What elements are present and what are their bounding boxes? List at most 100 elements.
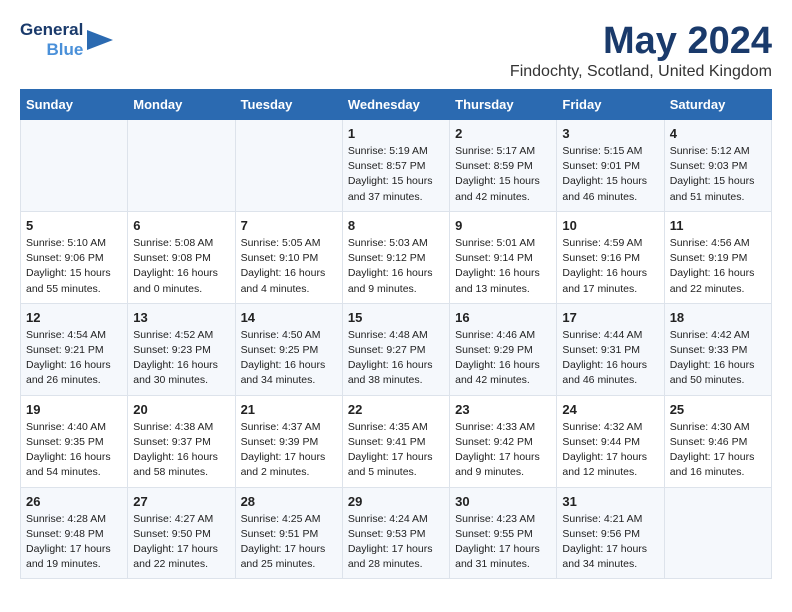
header-wednesday: Wednesday [342,90,449,120]
day-content: Sunrise: 5:12 AM Sunset: 9:03 PM Dayligh… [670,144,766,205]
cell-week3-day6: 18 Sunrise: 4:42 AM Sunset: 9:33 PM Dayli… [664,303,771,395]
day-number: 30 [455,494,551,509]
cell-week5-day1: 27Sunrise: 4:27 AM Sunset: 9:50 PM Dayli… [128,487,235,579]
day-number: 6 [133,218,229,233]
day-number: 23 [455,402,551,417]
day-content: Sunrise: 5:05 AM Sunset: 9:10 PM Dayligh… [241,236,337,297]
day-number: 26 [26,494,122,509]
day-content: Sunrise: 4:21 AM Sunset: 9:56 PM Dayligh… [562,512,658,573]
day-content: Sunrise: 5:19 AM Sunset: 8:57 PM Dayligh… [348,144,444,205]
day-number: 31 [562,494,658,509]
day-content: Sunrise: 5:01 AM Sunset: 9:14 PM Dayligh… [455,236,551,297]
day-number: 16 [455,310,551,325]
calendar-body: 1 Sunrise: 5:19 AM Sunset: 8:57 PM Daylig… [21,120,772,579]
cell-week2-day2: 7 Sunrise: 5:05 AM Sunset: 9:10 PM Daylig… [235,211,342,303]
day-number: 18 [670,310,766,325]
day-number: 25 [670,402,766,417]
day-number: 27 [133,494,229,509]
day-content: Sunrise: 4:56 AM Sunset: 9:19 PM Dayligh… [670,236,766,297]
day-content: Sunrise: 5:03 AM Sunset: 9:12 PM Dayligh… [348,236,444,297]
cell-week2-day1: 6 Sunrise: 5:08 AM Sunset: 9:08 PM Daylig… [128,211,235,303]
cell-week4-day4: 23Sunrise: 4:33 AM Sunset: 9:42 PM Dayli… [450,395,557,487]
logo-flag-icon [87,30,113,50]
day-number: 20 [133,402,229,417]
day-number: 29 [348,494,444,509]
day-number: 11 [670,218,766,233]
day-content: Sunrise: 4:38 AM Sunset: 9:37 PM Dayligh… [133,420,229,481]
cell-week4-day0: 19 Sunrise: 4:40 AM Sunset: 9:35 PM Dayli… [21,395,128,487]
cell-week3-day1: 13 Sunrise: 4:52 AM Sunset: 9:23 PM Dayli… [128,303,235,395]
day-content: Sunrise: 5:08 AM Sunset: 9:08 PM Dayligh… [133,236,229,297]
day-content: Sunrise: 4:32 AM Sunset: 9:44 PM Dayligh… [562,420,658,481]
cell-week4-day1: 20 Sunrise: 4:38 AM Sunset: 9:37 PM Dayli… [128,395,235,487]
cell-week4-day6: 25 Sunrise: 4:30 AM Sunset: 9:46 PM Dayli… [664,395,771,487]
cell-week5-day3: 29 Sunrise: 4:24 AM Sunset: 9:53 PM Dayli… [342,487,449,579]
day-number: 7 [241,218,337,233]
cell-week5-day2: 28 Sunrise: 4:25 AM Sunset: 9:51 PM Dayli… [235,487,342,579]
cell-week3-day2: 14Sunrise: 4:50 AM Sunset: 9:25 PM Dayli… [235,303,342,395]
day-number: 1 [348,126,444,141]
day-number: 13 [133,310,229,325]
day-content: Sunrise: 4:25 AM Sunset: 9:51 PM Dayligh… [241,512,337,573]
day-number: 22 [348,402,444,417]
day-number: 24 [562,402,658,417]
week-row-2: 5Sunrise: 5:10 AM Sunset: 9:06 PM Daylig… [21,211,772,303]
header-sunday: Sunday [21,90,128,120]
day-content: Sunrise: 4:50 AM Sunset: 9:25 PM Dayligh… [241,328,337,389]
week-row-3: 12Sunrise: 4:54 AM Sunset: 9:21 PM Dayli… [21,303,772,395]
cell-week5-day4: 30Sunrise: 4:23 AM Sunset: 9:55 PM Dayli… [450,487,557,579]
cell-week2-day3: 8Sunrise: 5:03 AM Sunset: 9:12 PM Daylig… [342,211,449,303]
calendar-table: Sunday Monday Tuesday Wednesday Thursday… [20,89,772,579]
cell-week5-day5: 31 Sunrise: 4:21 AM Sunset: 9:56 PM Dayli… [557,487,664,579]
subtitle: Findochty, Scotland, United Kingdom [510,63,772,81]
day-content: Sunrise: 5:17 AM Sunset: 8:59 PM Dayligh… [455,144,551,205]
cell-week3-day4: 16 Sunrise: 4:46 AM Sunset: 9:29 PM Dayli… [450,303,557,395]
cell-week2-day5: 10 Sunrise: 4:59 AM Sunset: 9:16 PM Dayli… [557,211,664,303]
day-content: Sunrise: 4:40 AM Sunset: 9:35 PM Dayligh… [26,420,122,481]
header-tuesday: Tuesday [235,90,342,120]
logo-general: General [20,20,83,40]
day-content: Sunrise: 5:15 AM Sunset: 9:01 PM Dayligh… [562,144,658,205]
day-number: 17 [562,310,658,325]
header-thursday: Thursday [450,90,557,120]
cell-week1-day0 [21,120,128,212]
calendar-header: Sunday Monday Tuesday Wednesday Thursday… [21,90,772,120]
cell-week5-day0: 26Sunrise: 4:28 AM Sunset: 9:48 PM Dayli… [21,487,128,579]
cell-week2-day4: 9 Sunrise: 5:01 AM Sunset: 9:14 PM Daylig… [450,211,557,303]
logo: General Blue [20,20,113,59]
cell-week5-day6 [664,487,771,579]
day-content: Sunrise: 4:52 AM Sunset: 9:23 PM Dayligh… [133,328,229,389]
header-friday: Friday [557,90,664,120]
cell-week3-day3: 15 Sunrise: 4:48 AM Sunset: 9:27 PM Dayli… [342,303,449,395]
cell-week3-day0: 12Sunrise: 4:54 AM Sunset: 9:21 PM Dayli… [21,303,128,395]
cell-week1-day1 [128,120,235,212]
day-content: Sunrise: 4:46 AM Sunset: 9:29 PM Dayligh… [455,328,551,389]
day-number: 15 [348,310,444,325]
header-monday: Monday [128,90,235,120]
cell-week2-day0: 5Sunrise: 5:10 AM Sunset: 9:06 PM Daylig… [21,211,128,303]
day-number: 4 [670,126,766,141]
day-number: 9 [455,218,551,233]
day-content: Sunrise: 4:37 AM Sunset: 9:39 PM Dayligh… [241,420,337,481]
day-content: Sunrise: 4:42 AM Sunset: 9:33 PM Dayligh… [670,328,766,389]
day-number: 21 [241,402,337,417]
day-content: Sunrise: 4:35 AM Sunset: 9:41 PM Dayligh… [348,420,444,481]
cell-week1-day4: 2Sunrise: 5:17 AM Sunset: 8:59 PM Daylig… [450,120,557,212]
day-content: Sunrise: 4:48 AM Sunset: 9:27 PM Dayligh… [348,328,444,389]
day-content: Sunrise: 4:59 AM Sunset: 9:16 PM Dayligh… [562,236,658,297]
cell-week4-day3: 22 Sunrise: 4:35 AM Sunset: 9:41 PM Dayli… [342,395,449,487]
day-number: 3 [562,126,658,141]
cell-week4-day2: 21 Sunrise: 4:37 AM Sunset: 9:39 PM Dayli… [235,395,342,487]
day-number: 5 [26,218,122,233]
cell-week1-day3: 1 Sunrise: 5:19 AM Sunset: 8:57 PM Daylig… [342,120,449,212]
day-number: 28 [241,494,337,509]
day-content: Sunrise: 4:44 AM Sunset: 9:31 PM Dayligh… [562,328,658,389]
day-number: 19 [26,402,122,417]
logo-blue: Blue [46,40,83,60]
cell-week1-day6: 4 Sunrise: 5:12 AM Sunset: 9:03 PM Daylig… [664,120,771,212]
cell-week3-day5: 17 Sunrise: 4:44 AM Sunset: 9:31 PM Dayli… [557,303,664,395]
day-content: Sunrise: 4:24 AM Sunset: 9:53 PM Dayligh… [348,512,444,573]
day-content: Sunrise: 4:30 AM Sunset: 9:46 PM Dayligh… [670,420,766,481]
cell-week4-day5: 24 Sunrise: 4:32 AM Sunset: 9:44 PM Dayli… [557,395,664,487]
day-number: 10 [562,218,658,233]
